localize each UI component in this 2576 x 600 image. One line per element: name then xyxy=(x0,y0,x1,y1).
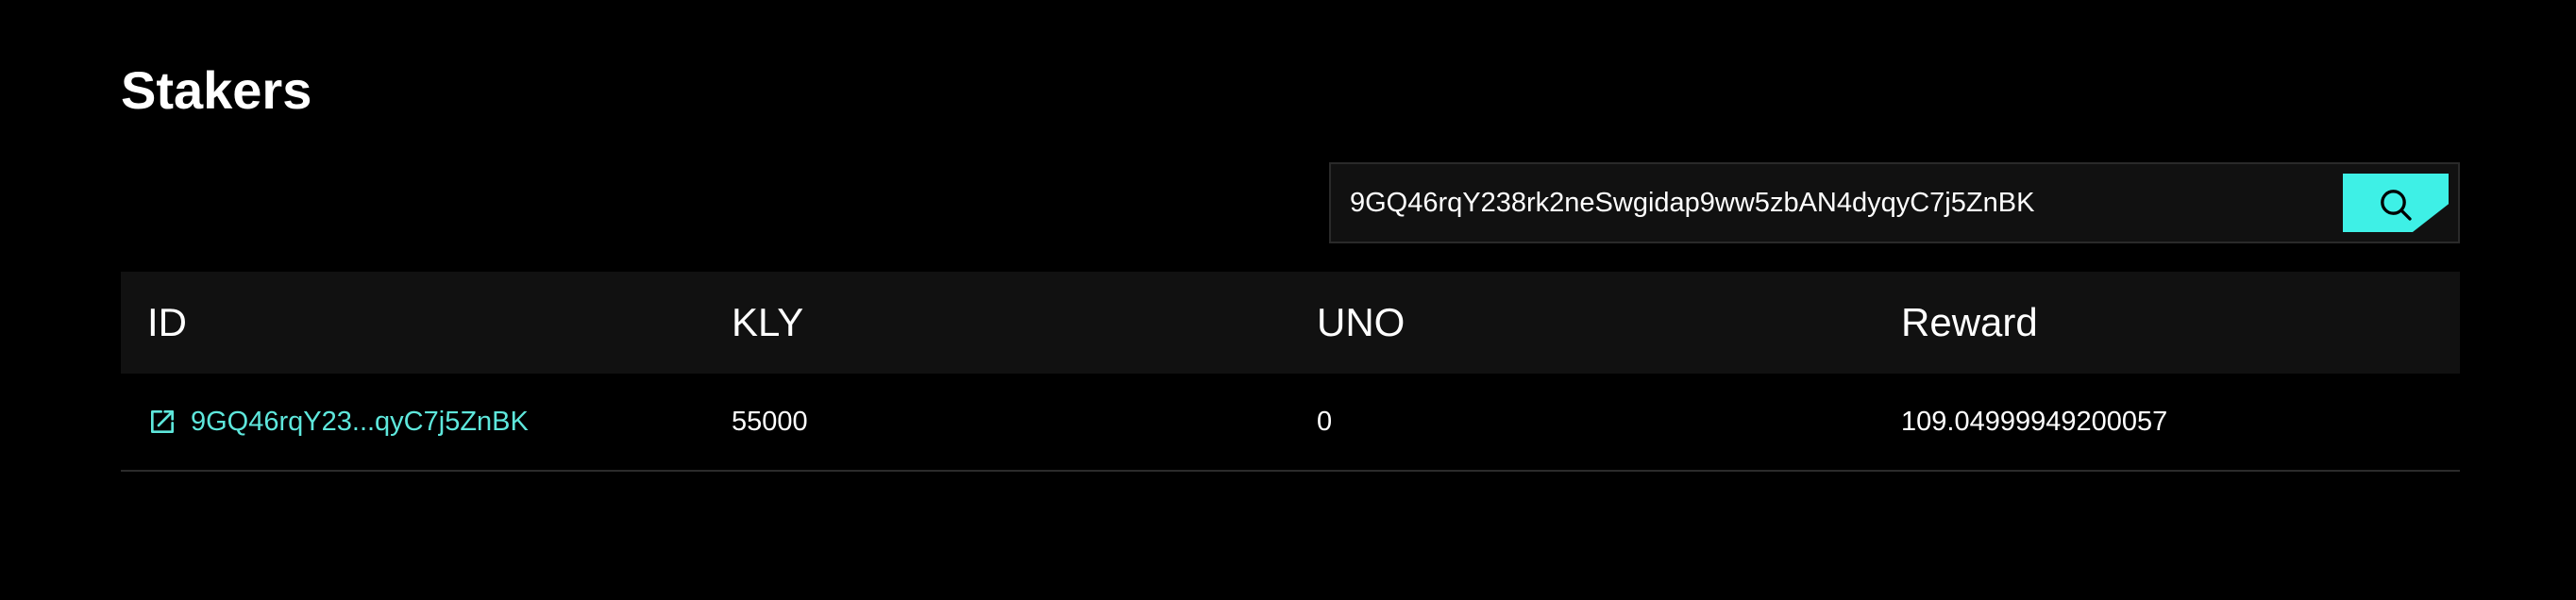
column-header-reward: Reward xyxy=(1901,300,2038,344)
column-header-id: ID xyxy=(147,300,187,344)
id-cell: 9GQ46rqY23...qyC7j5ZnBK xyxy=(147,374,529,470)
search-input[interactable] xyxy=(1350,164,2322,242)
search-button[interactable] xyxy=(2343,174,2449,232)
table-header: ID KLY UNO Reward xyxy=(121,272,2460,374)
external-link-icon xyxy=(151,410,174,433)
search-icon xyxy=(2381,190,2412,221)
staker-id-link[interactable]: 9GQ46rqY23...qyC7j5ZnBK xyxy=(147,374,529,470)
table-row: 9GQ46rqY23...qyC7j5ZnBK 55000 0 109.0499… xyxy=(121,374,2460,472)
kly-cell: 55000 xyxy=(732,407,808,437)
stakers-table: ID KLY UNO Reward 9GQ46rqY23...qyC7j5ZnB… xyxy=(121,272,2460,472)
staker-id-text: 9GQ46rqY23...qyC7j5ZnBK xyxy=(191,407,529,437)
column-header-kly: KLY xyxy=(732,300,804,344)
reward-cell: 109.04999949200057 xyxy=(1901,407,2168,437)
search-bar xyxy=(1329,162,2460,243)
page-title: Stakers xyxy=(121,60,312,120)
uno-cell: 0 xyxy=(1317,407,1333,437)
stakers-page: Stakers ID KLY UNO Reward xyxy=(0,0,2576,600)
column-header-uno: UNO xyxy=(1317,300,1406,344)
